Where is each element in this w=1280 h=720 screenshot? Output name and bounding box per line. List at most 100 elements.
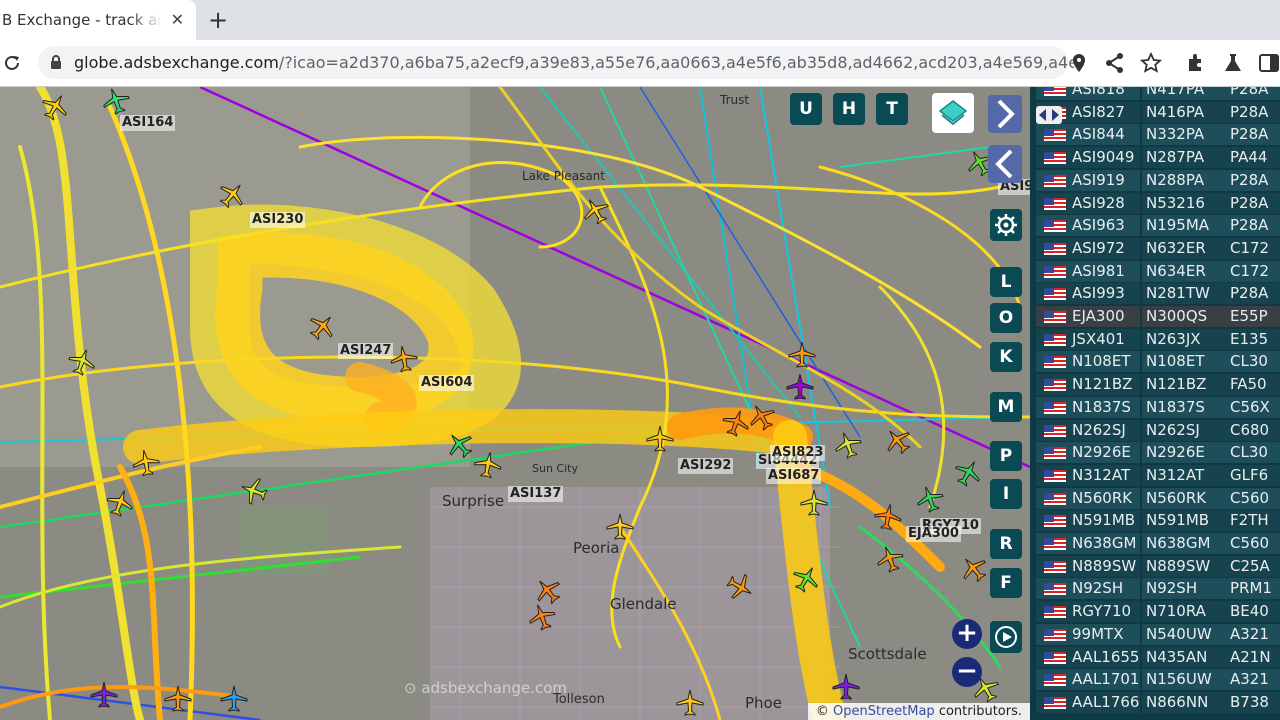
aircraft-icon[interactable]	[387, 342, 422, 377]
reload-icon[interactable]	[2, 53, 22, 73]
table-row[interactable]: ASI818 N417PA P28A	[1030, 87, 1280, 101]
openstreetmap-link[interactable]: OpenStreetMap	[833, 704, 935, 719]
share-icon[interactable]	[1104, 52, 1126, 74]
table-row[interactable]: N889SW N889SW C25A	[1030, 555, 1280, 578]
u-button[interactable]: U	[790, 93, 822, 125]
table-row[interactable]: N312AT N312AT GLF6	[1030, 464, 1280, 487]
table-row[interactable]: ASI993 N281TW P28A	[1030, 283, 1280, 305]
aircraft-icon[interactable]	[89, 680, 119, 710]
table-row[interactable]: ASI963 N195MA P28A	[1030, 215, 1280, 237]
m-button[interactable]: M	[990, 392, 1022, 422]
t-button[interactable]: T	[876, 93, 908, 125]
aircraft-label[interactable]: ASI823	[770, 445, 826, 461]
table-row[interactable]: ASI972 N632ER C172	[1030, 237, 1280, 260]
aircraft-icon[interactable]	[787, 340, 817, 370]
aircraft-icon[interactable]	[163, 684, 193, 714]
l-button[interactable]: L	[990, 267, 1022, 297]
aircraft-icon[interactable]	[605, 512, 635, 542]
aircraft-icon[interactable]	[785, 372, 815, 402]
table-row[interactable]: N638GM N638GM C560	[1030, 533, 1280, 555]
lock-icon[interactable]	[50, 55, 62, 70]
aircraft-icon[interactable]	[831, 672, 861, 702]
layers-icon	[938, 100, 968, 126]
bookmark-star-icon[interactable]	[1140, 52, 1162, 74]
table-row[interactable]: EJA300 N300QS E55P	[1030, 306, 1280, 328]
table-row[interactable]: ASI928 N53216 P28A	[1030, 192, 1280, 215]
type-cell: GLF6	[1228, 464, 1280, 486]
url-text[interactable]: globe.adsbexchange.com/?icao=a2d370,a6ba…	[74, 53, 1074, 72]
r-button[interactable]: R	[990, 529, 1022, 559]
aircraft-label[interactable]: ASI164	[120, 115, 176, 131]
aircraft-label[interactable]: ASI292	[678, 458, 734, 474]
callsign-text: N262SJ	[1072, 420, 1126, 439]
labs-flask-icon[interactable]	[1222, 52, 1244, 74]
aircraft-label[interactable]: ASI247	[338, 343, 394, 359]
side-panel-icon[interactable]	[1258, 52, 1280, 74]
table-row[interactable]: AAL1766 N866NN B738	[1030, 691, 1280, 714]
callsign-text: N591MB	[1072, 511, 1136, 530]
p-button[interactable]: P	[990, 441, 1022, 471]
browser-tab[interactable]: B Exchange - track ai ✕	[0, 0, 196, 40]
aircraft-label[interactable]: ASI230	[250, 212, 306, 228]
table-row[interactable]: N591MB N591MB F2TH	[1030, 510, 1280, 532]
aircraft-label[interactable]: ASI687	[766, 468, 822, 484]
table-row[interactable]: N262SJ N262SJ C680	[1030, 419, 1280, 442]
address-bar[interactable]: globe.adsbexchange.com/?icao=a2d370,a6ba…	[38, 46, 1074, 79]
aircraft-label[interactable]: ASI137	[508, 486, 564, 502]
callsign-cell: N262SJ	[1036, 419, 1140, 441]
layers-button[interactable]	[932, 93, 974, 133]
aircraft-icon[interactable]	[471, 448, 506, 483]
aircraft-label[interactable]: ASI604	[419, 375, 475, 391]
extensions-icon[interactable]	[1185, 52, 1207, 74]
callsign-text: N121BZ	[1072, 375, 1133, 394]
o-button[interactable]: O	[990, 303, 1022, 333]
table-row[interactable]: N560RK N560RK C560	[1030, 487, 1280, 510]
aircraft-icon[interactable]	[129, 446, 164, 481]
registration-cell: N195MA	[1142, 215, 1228, 237]
replay-button[interactable]	[990, 621, 1022, 653]
zoom-out-button[interactable]: −	[952, 657, 982, 687]
table-row[interactable]: AAL1655 N435AN A21N	[1030, 646, 1280, 669]
table-row[interactable]: 99MTX N540UW A321	[1030, 623, 1280, 646]
i-button[interactable]: I	[990, 479, 1022, 509]
h-button[interactable]: H	[833, 93, 865, 125]
table-row[interactable]: N121BZ N121BZ FA50	[1030, 374, 1280, 396]
table-row[interactable]: N2926E N2926E CL30	[1030, 442, 1280, 464]
collapse-panel-button[interactable]	[988, 145, 1022, 183]
callsign-cell: ASI9049	[1036, 147, 1140, 169]
k-button[interactable]: K	[990, 342, 1022, 372]
table-row[interactable]: RGY710 N710RA BE40	[1030, 601, 1280, 623]
table-row[interactable]: AAL1701 N156UW A321	[1030, 669, 1280, 691]
table-row[interactable]: N92SH N92SH PRM1	[1030, 578, 1280, 600]
f-button[interactable]: F	[990, 568, 1022, 598]
tab-close-icon[interactable]: ✕	[171, 10, 184, 29]
table-row[interactable]: N108ET N108ET CL30	[1030, 351, 1280, 373]
us-flag-icon	[1044, 492, 1066, 505]
settings-button[interactable]	[990, 209, 1022, 241]
aircraft-icon[interactable]	[871, 500, 906, 535]
aircraft-icon[interactable]	[799, 488, 829, 518]
callsign-cell: N92SH	[1036, 578, 1140, 600]
new-tab-button[interactable]: +	[208, 6, 228, 34]
table-row[interactable]: N1837S N1837S C56X	[1030, 396, 1280, 419]
table-row[interactable]: ASI919 N288PA P28A	[1030, 169, 1280, 192]
aircraft-label[interactable]: EJA300	[906, 526, 961, 542]
registration-cell: N288PA	[1142, 169, 1228, 191]
callsign-text: ASI827	[1072, 102, 1125, 121]
map-view[interactable]: ASI164 ASI230 ASI247 ASI604 ASI292 ASI13…	[0, 87, 1030, 720]
expand-panel-button[interactable]	[988, 95, 1022, 133]
aircraft-icon[interactable]	[219, 684, 249, 714]
table-row[interactable]: JSX401 N263JX E135	[1030, 328, 1280, 351]
location-pin-icon[interactable]	[1068, 52, 1090, 74]
aircraft-icon[interactable]	[675, 688, 705, 718]
aircraft-icon[interactable]	[645, 424, 675, 454]
table-row[interactable]: ASI9049 N287PA PA44	[1030, 147, 1280, 169]
table-row[interactable]: ASI844 N332PA P28A	[1030, 124, 1280, 146]
type-cell: E55P	[1228, 306, 1280, 327]
map-canvas[interactable]	[0, 87, 1030, 720]
resize-handle[interactable]	[1036, 106, 1062, 124]
table-row[interactable]: ASI981 N634ER C172	[1030, 260, 1280, 283]
aircraft-table[interactable]: ASI818 N417PA P28A ASI827 N416PA P28A ASI844 N3…	[1030, 87, 1280, 720]
table-row[interactable]: ASI827 N416PA P28A	[1030, 101, 1280, 124]
zoom-in-button[interactable]: +	[952, 619, 982, 649]
